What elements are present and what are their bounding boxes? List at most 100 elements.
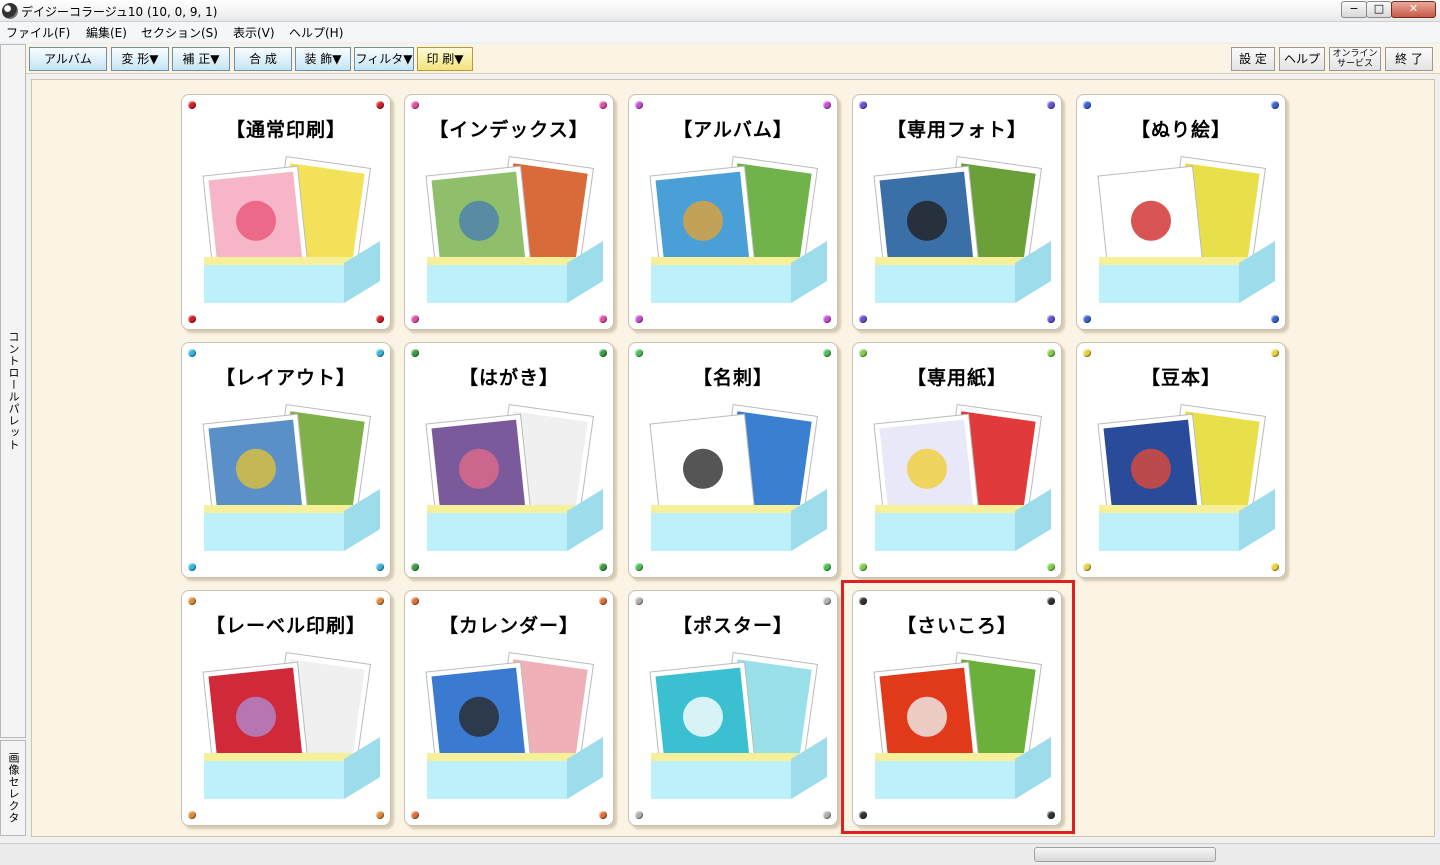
- print-mode-card[interactable]: 【ポスター】: [628, 590, 838, 826]
- exit-button[interactable]: 終 了: [1385, 47, 1433, 71]
- corner-dot: [635, 563, 643, 571]
- card-title: 【専用フォト】: [886, 119, 1027, 141]
- card-title: 【ポスター】: [672, 615, 793, 637]
- corner-dot: [1047, 349, 1055, 357]
- corner-dot: [823, 315, 831, 323]
- app-icon[interactable]: [2, 3, 18, 19]
- print-mode-card[interactable]: 【レイアウト】: [181, 342, 391, 578]
- corner-dot: [376, 315, 384, 323]
- postcard-icon: [425, 404, 603, 551]
- corner-dot: [823, 563, 831, 571]
- corner-dot: [188, 563, 196, 571]
- corner-dot: [376, 811, 384, 819]
- transform-button[interactable]: 変 形▼: [111, 47, 169, 71]
- online-service-button[interactable]: オンライン サービス: [1329, 47, 1381, 71]
- menu-edit[interactable]: 編集(E): [86, 24, 127, 41]
- corner-dot: [1271, 349, 1279, 357]
- window-title: デイジーコラージュ10 (10, 0, 9, 1): [21, 5, 218, 19]
- mini-book-icon: [1097, 404, 1275, 551]
- corner-dot: [1083, 315, 1091, 323]
- corner-dot: [859, 563, 867, 571]
- card-title: 【レイアウト】: [215, 367, 356, 389]
- menu-section[interactable]: セクション(S): [141, 24, 218, 41]
- label-print-icon: [202, 652, 380, 799]
- card-title: 【インデックス】: [429, 119, 589, 141]
- corner-dot: [823, 101, 831, 109]
- poster-icon: [649, 652, 827, 799]
- corner-dot: [188, 101, 196, 109]
- corner-dot: [599, 563, 607, 571]
- corner-dot: [376, 597, 384, 605]
- corner-dot: [635, 315, 643, 323]
- calendar-icon: [425, 652, 603, 799]
- special-paper-icon: [873, 404, 1051, 551]
- corner-dot: [411, 563, 419, 571]
- corner-dot: [823, 597, 831, 605]
- menu-file[interactable]: ファイル(F): [6, 24, 70, 41]
- corner-dot: [376, 563, 384, 571]
- corner-dot: [411, 597, 419, 605]
- card-title: 【アルバム】: [673, 119, 793, 141]
- decoration-button[interactable]: 装 飾▼: [295, 47, 351, 71]
- toolbar: アルバム 変 形▼ 補 正▼ 合 成 装 飾▼ フィルタ▼ 印 刷▼ 設 定 ヘ…: [26, 44, 1440, 74]
- corner-dot: [411, 811, 419, 819]
- maximize-button[interactable]: □: [1366, 1, 1392, 18]
- corner-dot: [859, 315, 867, 323]
- corner-dot: [1083, 101, 1091, 109]
- index-print-icon: [425, 156, 603, 303]
- special-photo-icon: [873, 156, 1051, 303]
- print-mode-card[interactable]: 【専用フォト】: [852, 94, 1062, 330]
- print-button[interactable]: 印 刷▼: [417, 47, 473, 71]
- print-mode-card[interactable]: 【豆本】: [1076, 342, 1286, 578]
- print-mode-card[interactable]: 【アルバム】: [628, 94, 838, 330]
- corner-dot: [635, 101, 643, 109]
- card-title: 【はがき】: [458, 367, 559, 389]
- menu-help[interactable]: ヘルプ(H): [289, 24, 343, 41]
- corner-dot: [635, 811, 643, 819]
- corner-dot: [859, 349, 867, 357]
- help-button[interactable]: ヘルプ: [1279, 47, 1325, 71]
- corner-dot: [411, 101, 419, 109]
- corner-dot: [599, 315, 607, 323]
- control-palette-tab[interactable]: コントロールパレット: [0, 44, 26, 738]
- card-title: 【レーベル印刷】: [205, 615, 366, 637]
- corner-dot: [188, 597, 196, 605]
- corner-dot: [599, 101, 607, 109]
- print-mode-card[interactable]: 【通常印刷】: [181, 94, 391, 330]
- card-title: 【専用紙】: [906, 367, 1007, 389]
- album-print-icon: [649, 156, 827, 303]
- correction-button[interactable]: 補 正▼: [172, 47, 230, 71]
- print-mode-card[interactable]: 【カレンダー】: [404, 590, 614, 826]
- close-button[interactable]: ✕: [1391, 1, 1436, 18]
- print-mode-card[interactable]: 【ぬり絵】: [1076, 94, 1286, 330]
- card-title: 【通常印刷】: [225, 119, 346, 141]
- filter-button[interactable]: フィルタ▼: [354, 47, 414, 71]
- corner-dot: [1271, 315, 1279, 323]
- minimize-button[interactable]: −: [1341, 1, 1367, 18]
- settings-button[interactable]: 設 定: [1231, 47, 1275, 71]
- corner-dot: [635, 597, 643, 605]
- composite-button[interactable]: 合 成: [234, 47, 292, 71]
- corner-dot: [599, 349, 607, 357]
- print-mode-card[interactable]: 【名刺】: [628, 342, 838, 578]
- corner-dot: [635, 349, 643, 357]
- corner-dot: [599, 811, 607, 819]
- print-mode-card[interactable]: 【専用紙】: [852, 342, 1062, 578]
- horizontal-scrollbar[interactable]: [0, 843, 1440, 865]
- corner-dot: [376, 101, 384, 109]
- corner-dot: [411, 315, 419, 323]
- print-mode-card[interactable]: 【レーベル印刷】: [181, 590, 391, 826]
- scrollbar-thumb[interactable]: [1034, 847, 1216, 862]
- card-title: 【ぬり絵】: [1130, 119, 1231, 141]
- corner-dot: [1047, 563, 1055, 571]
- album-button[interactable]: アルバム: [29, 47, 107, 71]
- print-mode-card[interactable]: 【はがき】: [404, 342, 614, 578]
- menu-view[interactable]: 表示(V): [233, 24, 275, 41]
- corner-dot: [1083, 563, 1091, 571]
- menu-bar: ファイル(F) 編集(E) セクション(S) 表示(V) ヘルプ(H): [0, 22, 1440, 42]
- title-bar: デイジーコラージュ10 (10, 0, 9, 1) − □ ✕: [0, 0, 1440, 22]
- print-mode-card[interactable]: 【インデックス】: [404, 94, 614, 330]
- coloring-icon: [1097, 156, 1275, 303]
- image-selector-tab[interactable]: 画像セレクタ: [0, 740, 26, 836]
- corner-dot: [188, 811, 196, 819]
